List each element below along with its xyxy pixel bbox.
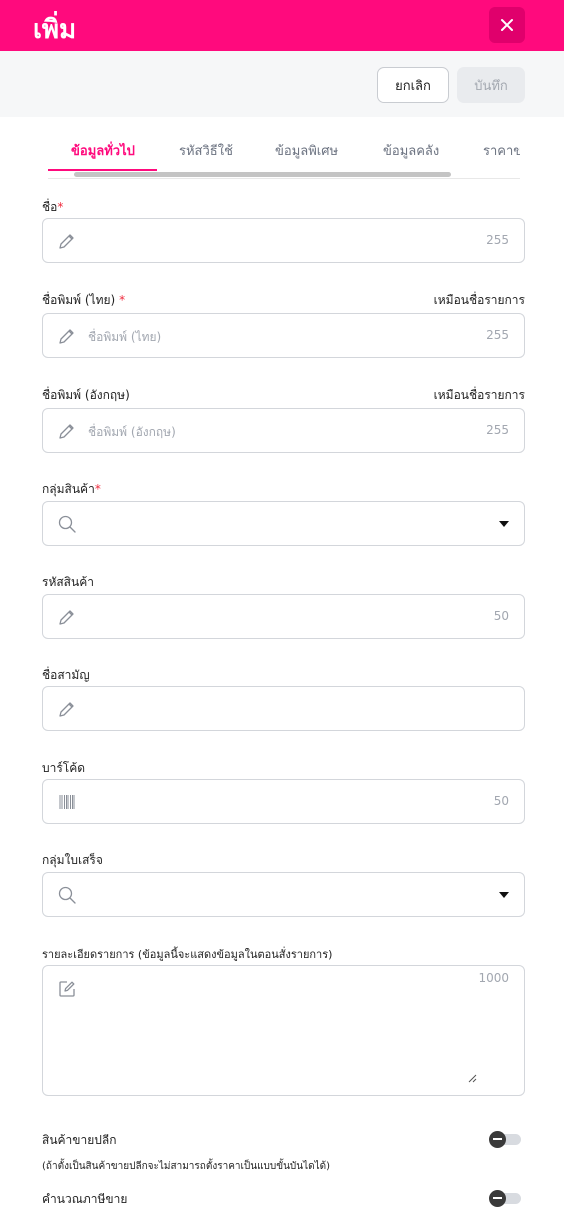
required-marker: * [57, 200, 64, 214]
char-counter: 255 [486, 423, 509, 437]
details-label: รายละเอียดรายการ (ข้อมูลนี้จะแสดงข้อมูลใ… [42, 948, 333, 961]
edit-note-icon [59, 981, 75, 997]
divider [48, 178, 520, 179]
tab-scrollbar[interactable] [74, 172, 451, 177]
barcode-icon [59, 795, 75, 809]
name-input[interactable]: 255 [42, 218, 525, 263]
same-as-name-link-en[interactable]: เหมือนชื่อรายการ [434, 386, 525, 405]
product-code-input[interactable]: 50 [42, 594, 525, 639]
tab-price[interactable]: ราคาข [483, 140, 520, 161]
details-textarea[interactable]: 1000 [42, 965, 525, 1096]
name-label: ชื่อ* [42, 200, 64, 214]
close-icon [501, 19, 513, 31]
action-bar: ยกเลิก บันทึก [0, 51, 564, 117]
pencil-icon [59, 610, 74, 625]
print-name-th-label: ชื่อพิมพ์ (ไทย) * [42, 293, 126, 307]
search-icon [58, 515, 76, 533]
tab-special-info[interactable]: ข้อมูลพิเศษ [275, 140, 338, 161]
active-tab-indicator [48, 169, 157, 171]
required-marker: * [119, 293, 126, 307]
char-counter: 1000 [478, 971, 509, 985]
receipt-group-label: กลุ่มใบเสร็จ [42, 853, 103, 867]
barcode-label: บาร์โค้ด [42, 761, 86, 775]
pencil-icon [59, 329, 74, 344]
page-title: เพิ่ม [33, 15, 77, 45]
same-as-name-link-th[interactable]: เหมือนชื่อรายการ [434, 291, 525, 310]
cancel-button[interactable]: ยกเลิก [377, 67, 449, 103]
pencil-icon [59, 702, 74, 717]
required-marker: * [94, 482, 101, 496]
search-icon [58, 886, 76, 904]
product-group-select[interactable] [42, 501, 525, 546]
input-placeholder: ชื่อพิมพ์ (อังกฤษ) [88, 425, 176, 439]
retail-toggle[interactable] [489, 1131, 521, 1148]
chevron-down-icon [499, 892, 509, 898]
retail-note: (ถ้าตั้งเป็นสินค้าขายปลีกจะไม่สามารถตั้ง… [42, 1161, 331, 1172]
char-counter: 50 [493, 794, 509, 808]
receipt-group-select[interactable] [42, 872, 525, 917]
print-name-en-input[interactable]: ชื่อพิมพ์ (อังกฤษ) 255 [42, 408, 525, 453]
barcode-input[interactable]: 50 [42, 779, 525, 824]
retail-label: สินค้าขายปลีก [42, 1133, 117, 1147]
input-placeholder: ชื่อพิมพ์ (ไทย) [88, 330, 162, 344]
modal-header: เพิ่ม [0, 0, 564, 51]
char-counter: 255 [486, 328, 509, 342]
common-name-label: ชื่อสามัญ [42, 668, 90, 682]
chevron-down-icon [499, 521, 509, 527]
product-group-label: กลุ่มสินค้า* [42, 482, 101, 496]
print-name-en-label: ชื่อพิมพ์ (อังกฤษ) [42, 388, 130, 402]
resize-handle-icon[interactable] [467, 1073, 477, 1083]
pencil-icon [59, 424, 74, 439]
tab-general[interactable]: ข้อมูลทั่วไป [71, 140, 135, 161]
sales-tax-label: คำนวณภาษีขาย [42, 1192, 128, 1206]
char-counter: 50 [493, 609, 509, 623]
tab-usage-code[interactable]: รหัสวิธีใช้ [179, 140, 233, 161]
tab-inventory[interactable]: ข้อมูลคลัง [383, 140, 439, 161]
sales-tax-toggle[interactable] [489, 1190, 521, 1207]
toggle-knob [489, 1190, 506, 1207]
print-name-th-input[interactable]: ชื่อพิมพ์ (ไทย) 255 [42, 313, 525, 358]
char-counter: 255 [486, 233, 509, 247]
toggle-knob [489, 1131, 506, 1148]
pencil-icon [59, 234, 74, 249]
close-button[interactable] [489, 7, 525, 43]
product-code-label: รหัสสินค้า [42, 575, 94, 589]
common-name-input[interactable] [42, 686, 525, 731]
save-button[interactable]: บันทึก [457, 67, 525, 103]
tab-bar: ข้อมูลทั่วไป รหัสวิธีใช้ ข้อมูลพิเศษ ข้อ… [48, 131, 520, 179]
